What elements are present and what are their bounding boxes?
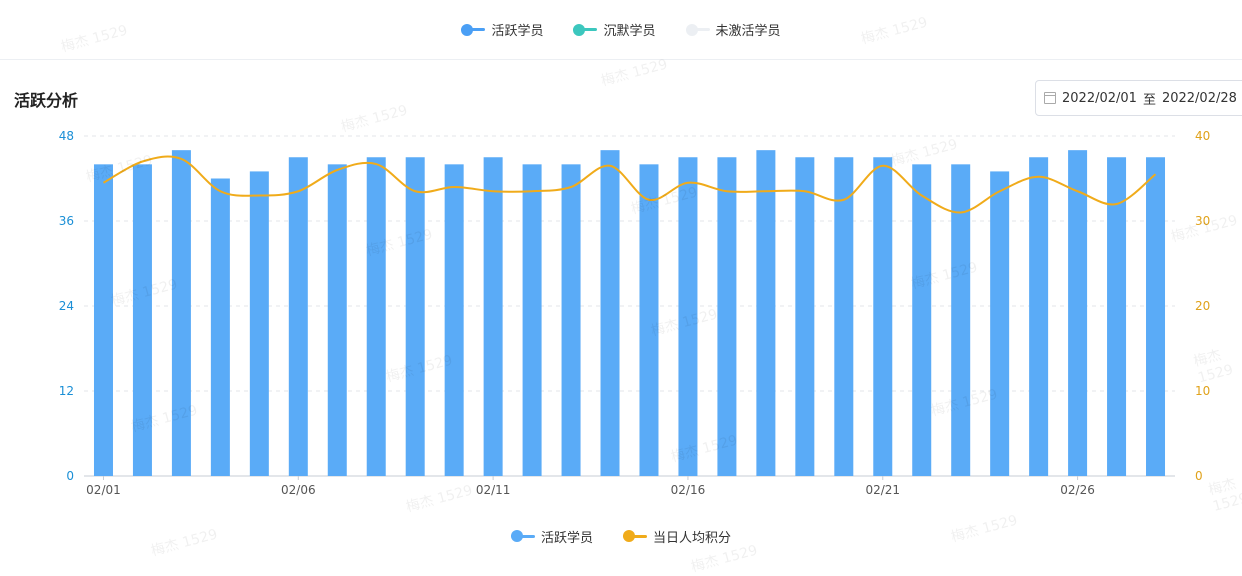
bar-active-students[interactable] (366, 157, 386, 476)
legend-label: 当日人均积分 (653, 530, 732, 546)
legend-label: 未激活学员 (715, 24, 781, 39)
bar-active-students[interactable] (561, 164, 581, 477)
legend-item-inactive[interactable]: 未激活学员 (685, 20, 781, 39)
bar-active-students[interactable] (444, 164, 464, 477)
legend-item-active-bar[interactable]: 活跃学员 (510, 527, 593, 546)
legend-label: 活跃学员 (540, 530, 593, 546)
legend-label: 活跃学员 (491, 24, 544, 39)
x-tick-label: 02/11 (476, 483, 511, 497)
legend-label: 沉默学员 (603, 24, 656, 39)
y-left-tick-label: 36 (59, 214, 74, 228)
bar-active-students[interactable] (405, 157, 425, 476)
bar-active-students[interactable] (717, 157, 737, 476)
date-end[interactable]: 2022/02/28 (1162, 91, 1237, 106)
legend-swatch-icon (573, 23, 598, 36)
legend-swatch-icon (510, 530, 535, 542)
bar-active-students[interactable] (327, 164, 347, 477)
date-separator: 至 (1142, 92, 1156, 108)
legend-item-avg-points[interactable]: 当日人均积分 (623, 527, 731, 546)
bar-active-students[interactable] (93, 164, 113, 477)
y-right-tick-label: 30 (1195, 214, 1210, 228)
y-left-tick-label: 12 (59, 384, 74, 398)
legend-swatch-icon (461, 23, 486, 36)
bar-active-students[interactable] (990, 171, 1010, 476)
bar-active-students[interactable] (600, 150, 620, 476)
activity-chart: 0 12 24 36 48 0 10 20 30 40 02/01 02/06 02/11 02/16 02… (59, 129, 1211, 497)
y-right-tick-label: 10 (1195, 384, 1210, 398)
x-tick-label: 02/26 (1060, 483, 1095, 497)
bar-active-students[interactable] (483, 157, 503, 476)
bar-active-students[interactable] (132, 164, 152, 477)
bar-active-students[interactable] (795, 157, 815, 476)
legend-swatch-icon (623, 530, 647, 542)
date-start[interactable]: 2022/02/01 (1062, 91, 1137, 106)
bar-active-students[interactable] (873, 157, 893, 476)
legend-swatch-icon (685, 23, 710, 36)
bar-active-students[interactable] (639, 164, 659, 477)
x-tick-label: 02/21 (865, 483, 900, 497)
x-tick-label: 02/01 (86, 483, 121, 497)
date-range-picker[interactable]: 2022/02/01 至 2022/02/28 (1035, 80, 1242, 116)
x-tick-label: 02/16 (671, 483, 706, 497)
x-tick-label: 02/06 (281, 483, 316, 497)
bar-active-students[interactable] (210, 178, 230, 477)
bar-active-students[interactable] (288, 157, 308, 476)
calendar-icon (1044, 92, 1056, 104)
y-left-tick-label: 24 (59, 299, 74, 313)
legend-item-active[interactable]: 活跃学员 (461, 20, 543, 39)
y-right-tick-label: 0 (1195, 469, 1203, 483)
y-right-tick-label: 20 (1195, 299, 1210, 313)
y-right-tick-label: 40 (1195, 129, 1210, 143)
bar-active-students[interactable] (171, 150, 191, 476)
top-legend: 活跃学员 沉默学员 未激活学员 (0, 0, 1242, 60)
bar-active-students[interactable] (834, 157, 854, 476)
y-left-tick-label: 0 (66, 469, 74, 483)
bar-active-students[interactable] (1146, 157, 1166, 476)
y-left-tick-label: 48 (59, 129, 74, 143)
bar-active-students[interactable] (249, 171, 269, 476)
legend-item-silent[interactable]: 沉默学员 (573, 20, 656, 39)
bar-active-students[interactable] (1029, 157, 1049, 476)
bar-active-students[interactable] (1068, 150, 1088, 476)
bar-active-students[interactable] (678, 157, 698, 476)
bottom-legend: 活跃学员 当日人均积分 (0, 525, 1242, 547)
bar-active-students[interactable] (756, 150, 776, 476)
bar-active-students[interactable] (912, 164, 932, 477)
bar-active-students[interactable] (522, 164, 542, 477)
section-title: 活跃分析 (14, 91, 79, 110)
